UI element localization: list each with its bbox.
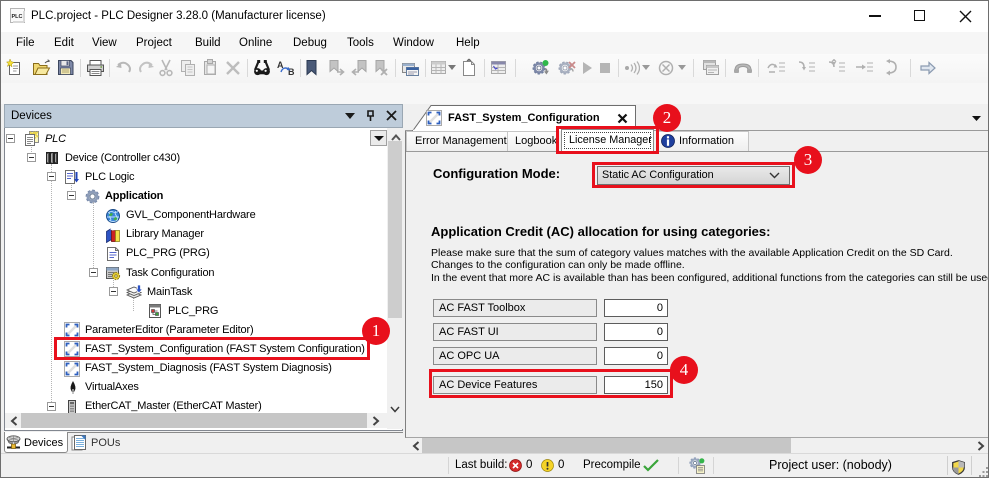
svg-text:PLC: PLC <box>12 14 23 20</box>
